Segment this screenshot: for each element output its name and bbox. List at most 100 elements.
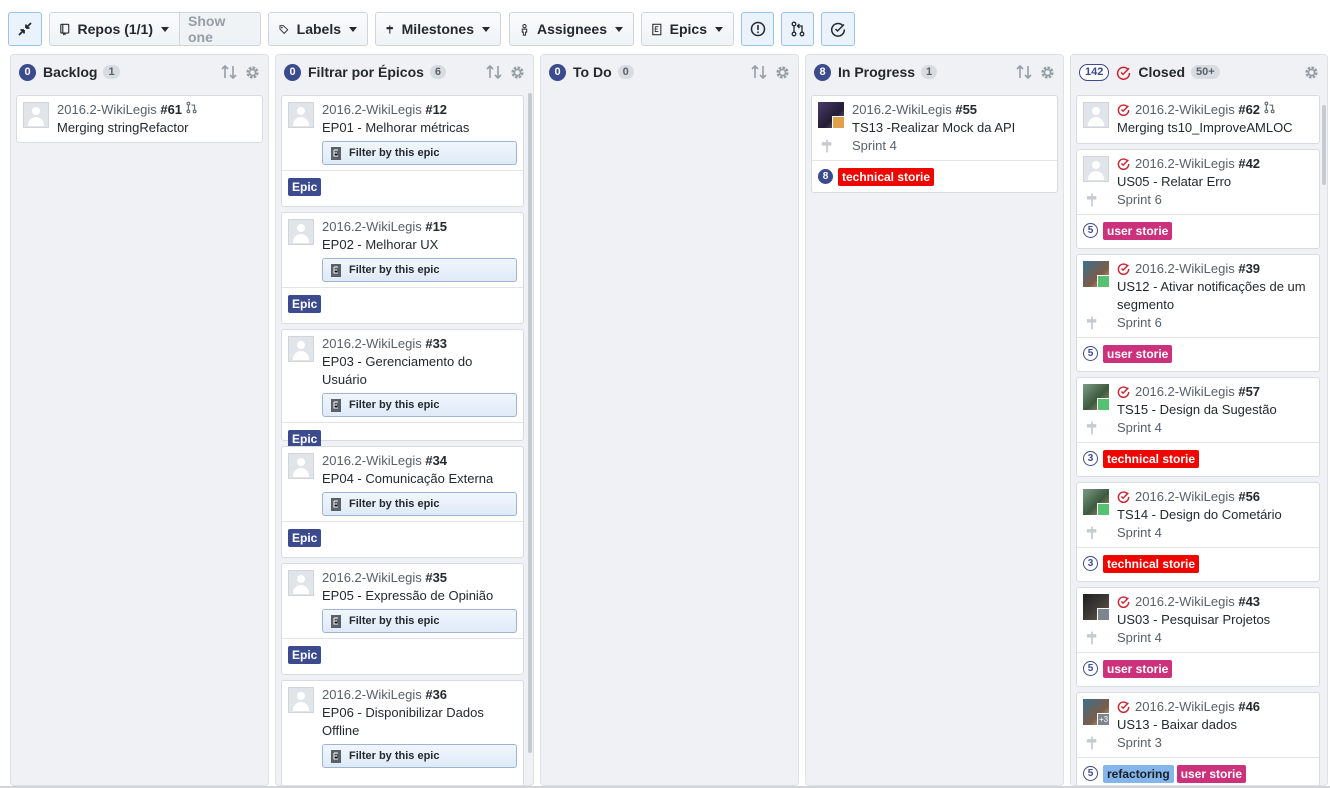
label-technical-storie[interactable]: technical storie — [1103, 554, 1200, 573]
card-repo: 2016.2-WikiLegis — [1135, 384, 1235, 399]
label-technical-storie[interactable]: technical storie — [838, 167, 935, 186]
column-filtrar-por-epicos: 0 Filtrar por Épicos 6 2016.2-WikiLegis … — [275, 54, 534, 786]
label-epic[interactable]: Epic — [288, 177, 322, 196]
card-title[interactable]: US03 - Pesquisar Projetos — [1117, 611, 1313, 629]
assignees-dropdown[interactable]: Assignees — [509, 12, 634, 46]
card-title[interactable]: EP06 - Disponibilizar Dados Offline — [322, 704, 517, 740]
repos-dropdown[interactable]: Repos (1/1) — [49, 12, 180, 46]
label-refactoring[interactable]: refactoring — [1103, 764, 1174, 783]
issue-card[interactable]: 2016.2-WikiLegis #43 US03 - Pesquisar Pr… — [1076, 587, 1320, 687]
filter-by-epic-button[interactable]: Filter by this epic — [322, 258, 517, 282]
column-title: Backlog — [43, 64, 98, 80]
filter-issues-button[interactable] — [741, 12, 774, 46]
card-title[interactable]: EP05 - Expressão de Opinião — [322, 587, 517, 605]
filter-by-epic-label: Filter by this epic — [349, 750, 440, 762]
sort-icon[interactable] — [751, 64, 767, 80]
epic-card[interactable]: 2016.2-WikiLegis #15 EP02 - Melhorar UX … — [281, 212, 524, 324]
filter-by-epic-button[interactable]: Filter by this epic — [322, 492, 517, 516]
filter-by-epic-button[interactable]: Filter by this epic — [322, 609, 517, 633]
epics-dropdown[interactable]: Epics — [641, 12, 734, 46]
label-technical-storie[interactable]: technical storie — [1103, 449, 1200, 468]
card-labels: 5 user storie — [1077, 337, 1319, 369]
filter-closed-button[interactable] — [821, 12, 855, 46]
label-epic[interactable]: Epic — [288, 429, 322, 448]
sort-icon[interactable] — [221, 64, 237, 80]
gear-icon[interactable] — [1040, 65, 1055, 80]
gear-icon[interactable] — [775, 65, 790, 80]
issue-card[interactable]: +3 2016.2-WikiLegis #46 US13 - Baixar da… — [1076, 692, 1320, 785]
card-title[interactable]: US13 - Baixar dados — [1117, 716, 1313, 734]
issue-card[interactable]: 2016.2-WikiLegis #57 TS15 - Design da Su… — [1076, 377, 1320, 477]
column-scrollbar[interactable] — [1322, 105, 1326, 185]
card-title[interactable]: TS13 -Realizar Mock da API — [852, 119, 1051, 137]
gear-icon[interactable] — [245, 65, 260, 80]
card-repo: 2016.2-WikiLegis — [322, 570, 422, 585]
issue-card[interactable]: 2016.2-WikiLegis #39 US12 - Ativar notif… — [1076, 254, 1320, 372]
card-number[interactable]: #43 — [1238, 594, 1260, 609]
epic-card[interactable]: 2016.2-WikiLegis #12 EP01 - Melhorar mét… — [281, 95, 524, 207]
column-scrollbar[interactable] — [528, 93, 532, 753]
compress-icon — [18, 22, 32, 36]
card-title[interactable]: EP02 - Melhorar UX — [322, 236, 517, 254]
filter-by-epic-button[interactable]: Filter by this epic — [322, 744, 517, 768]
card-number[interactable]: #61 — [160, 102, 182, 117]
card-number[interactable]: #56 — [1238, 489, 1260, 504]
filter-by-epic-button[interactable]: Filter by this epic — [322, 141, 517, 165]
filter-by-epic-button[interactable]: Filter by this epic — [322, 393, 517, 417]
card-number[interactable]: #36 — [425, 687, 447, 702]
column-header: 0 Backlog 1 — [11, 55, 268, 89]
card-number[interactable]: #57 — [1238, 384, 1260, 399]
card-labels: 5 refactoring user storie — [1077, 757, 1319, 785]
card-title[interactable]: TS15 - Design da Sugestão — [1117, 401, 1313, 419]
epic-card[interactable]: 2016.2-WikiLegis #36 EP06 - Disponibiliz… — [281, 680, 524, 785]
card-number[interactable]: #12 — [425, 102, 447, 117]
show-one-label: Show one — [188, 13, 226, 45]
card-number[interactable]: #33 — [425, 336, 447, 351]
label-epic[interactable]: Epic — [288, 645, 322, 664]
label-user-storie[interactable]: user storie — [1103, 344, 1173, 363]
issue-card[interactable]: 2016.2-WikiLegis #42 US05 - Relatar Erro… — [1076, 149, 1320, 249]
card-title[interactable]: EP04 - Comunicação Externa — [322, 470, 517, 488]
issue-card[interactable]: 2016.2-WikiLegis #56 TS14 - Design do Co… — [1076, 482, 1320, 582]
closed-issue-icon — [1117, 596, 1130, 608]
card-number[interactable]: #46 — [1238, 699, 1260, 714]
card-title[interactable]: EP01 - Melhorar métricas — [322, 119, 517, 137]
card-number[interactable]: #55 — [955, 102, 977, 117]
epic-card[interactable]: 2016.2-WikiLegis #35 EP05 - Expressão de… — [281, 563, 524, 675]
compact-toggle-button[interactable] — [8, 12, 42, 46]
sort-icon[interactable] — [1016, 64, 1032, 80]
repo-icon — [60, 23, 70, 35]
card-title[interactable]: Merging stringRefactor — [57, 119, 256, 137]
card-number[interactable]: #39 — [1238, 261, 1260, 276]
gear-icon[interactable] — [1304, 65, 1319, 80]
show-one-button[interactable]: Show one — [180, 12, 261, 46]
card-number[interactable]: #34 — [425, 453, 447, 468]
column-to-do: 0 To Do 0 — [540, 54, 799, 786]
sort-icon[interactable] — [486, 64, 502, 80]
card-title[interactable]: TS14 - Design do Cometário — [1117, 506, 1313, 524]
card-title[interactable]: US05 - Relatar Erro — [1117, 173, 1313, 191]
filter-pull-requests-button[interactable] — [781, 12, 814, 46]
closed-issue-icon — [1117, 263, 1130, 275]
card-title[interactable]: Merging ts10_ImproveAMLOC — [1117, 119, 1313, 137]
card-title[interactable]: EP03 - Gerenciamento do Usuário — [322, 353, 517, 389]
milestones-dropdown[interactable]: Milestones — [375, 12, 501, 46]
card-number[interactable]: #42 — [1238, 156, 1260, 171]
card-number[interactable]: #62 — [1238, 102, 1260, 117]
label-epic[interactable]: Epic — [288, 294, 322, 313]
card-number[interactable]: #35 — [425, 570, 447, 585]
issue-card[interactable]: 2016.2-WikiLegis #61 Merging stringRefac… — [16, 95, 263, 143]
labels-dropdown[interactable]: Labels — [268, 12, 368, 46]
label-user-storie[interactable]: user storie — [1103, 221, 1173, 240]
epic-card[interactable]: 2016.2-WikiLegis #34 EP04 - Comunicação … — [281, 446, 524, 558]
issue-card[interactable]: 2016.2-WikiLegis #55 TS13 -Realizar Mock… — [811, 95, 1058, 193]
label-epic[interactable]: Epic — [288, 528, 322, 547]
pull-request-card[interactable]: 2016.2-WikiLegis #62 Merging ts10_Improv… — [1076, 95, 1320, 144]
card-number[interactable]: #15 — [425, 219, 447, 234]
card-labels: 3 technical storie — [1077, 547, 1319, 579]
label-user-storie[interactable]: user storie — [1103, 659, 1173, 678]
gear-icon[interactable] — [510, 65, 525, 80]
epic-card[interactable]: 2016.2-WikiLegis #33 EP03 - Gerenciament… — [281, 329, 524, 448]
label-user-storie[interactable]: user storie — [1176, 764, 1247, 783]
card-title[interactable]: US12 - Ativar notificações de um segment… — [1117, 278, 1313, 314]
